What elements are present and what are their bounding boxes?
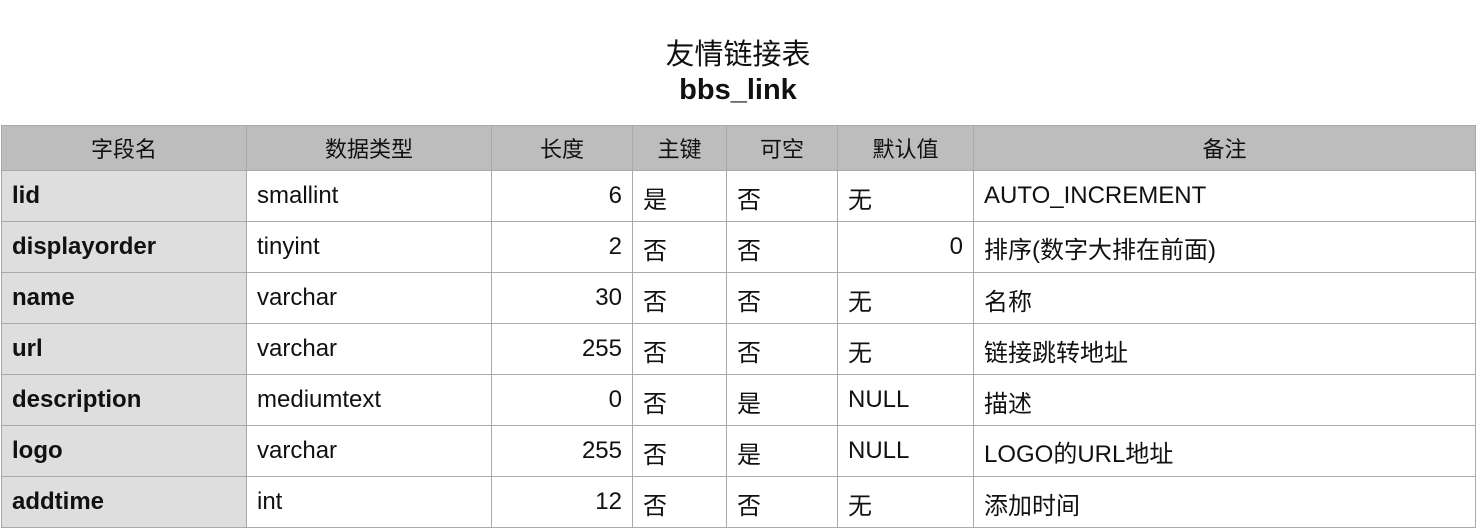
primary-key-cell: 否 [632, 272, 727, 324]
nullable-cell: 否 [726, 323, 838, 375]
table-row: url varchar 255 否 否 无 链接跳转地址 [1, 323, 1476, 375]
length-cell: 0 [491, 374, 633, 426]
default-value-cell: 无 [837, 476, 974, 528]
nullable-cell: 是 [726, 374, 838, 426]
table-row: name varchar 30 否 否 无 名称 [1, 272, 1476, 324]
field-name-cell: description [1, 374, 247, 426]
default-value-cell: 0 [837, 221, 974, 273]
data-type-cell: tinyint [246, 221, 492, 273]
table-row: lid smallint 6 是 否 无 AUTO_INCREMENT [1, 170, 1476, 222]
header-length: 长度 [491, 125, 633, 171]
primary-key-cell: 否 [632, 374, 727, 426]
nullable-cell: 否 [726, 170, 838, 222]
header-field-name: 字段名 [1, 125, 247, 171]
table-title-chinese: 友情链接表 [665, 37, 811, 71]
nullable-cell: 否 [726, 221, 838, 273]
default-value-cell: 无 [837, 323, 974, 375]
length-cell: 255 [491, 425, 633, 477]
primary-key-cell: 否 [632, 476, 727, 528]
note-cell: AUTO_INCREMENT [973, 170, 1476, 222]
header-default-value: 默认值 [837, 125, 974, 171]
header-data-type: 数据类型 [246, 125, 492, 171]
default-value-cell: 无 [837, 272, 974, 324]
nullable-cell: 否 [726, 476, 838, 528]
primary-key-cell: 否 [632, 425, 727, 477]
length-cell: 255 [491, 323, 633, 375]
schema-table: 字段名 数据类型 长度 主键 可空 默认值 备注 lid smallint 6 … [1, 125, 1476, 528]
data-type-cell: varchar [246, 425, 492, 477]
field-name-cell: lid [1, 170, 247, 222]
table-title-name: bbs_link [679, 74, 797, 106]
data-type-cell: mediumtext [246, 374, 492, 426]
note-cell: 描述 [973, 374, 1476, 426]
header-note: 备注 [973, 125, 1476, 171]
primary-key-cell: 否 [632, 323, 727, 375]
field-name-cell: url [1, 323, 247, 375]
table-row: displayorder tinyint 2 否 否 0 排序(数字大排在前面) [1, 221, 1476, 273]
field-name-cell: name [1, 272, 247, 324]
field-name-cell: addtime [1, 476, 247, 528]
default-value-cell: 无 [837, 170, 974, 222]
primary-key-cell: 是 [632, 170, 727, 222]
length-cell: 30 [491, 272, 633, 324]
table-row: addtime int 12 否 否 无 添加时间 [1, 476, 1476, 528]
nullable-cell: 否 [726, 272, 838, 324]
table-title-block: 友情链接表 bbs_link [0, 36, 1476, 108]
note-cell: 链接跳转地址 [973, 323, 1476, 375]
note-cell: 排序(数字大排在前面) [973, 221, 1476, 273]
header-primary-key: 主键 [632, 125, 727, 171]
default-value-cell: NULL [837, 374, 974, 426]
data-type-cell: smallint [246, 170, 492, 222]
note-cell: 添加时间 [973, 476, 1476, 528]
primary-key-cell: 否 [632, 221, 727, 273]
data-type-cell: varchar [246, 323, 492, 375]
length-cell: 12 [491, 476, 633, 528]
length-cell: 2 [491, 221, 633, 273]
data-type-cell: int [246, 476, 492, 528]
note-cell: LOGO的URL地址 [973, 425, 1476, 477]
field-name-cell: logo [1, 425, 247, 477]
field-name-cell: displayorder [1, 221, 247, 273]
table-row: logo varchar 255 否 是 NULL LOGO的URL地址 [1, 425, 1476, 477]
header-nullable: 可空 [726, 125, 838, 171]
schema-table-body: lid smallint 6 是 否 无 AUTO_INCREMENT disp… [1, 170, 1476, 528]
data-type-cell: varchar [246, 272, 492, 324]
table-row: description mediumtext 0 否 是 NULL 描述 [1, 374, 1476, 426]
default-value-cell: NULL [837, 425, 974, 477]
header-row: 字段名 数据类型 长度 主键 可空 默认值 备注 [1, 125, 1476, 171]
note-cell: 名称 [973, 272, 1476, 324]
nullable-cell: 是 [726, 425, 838, 477]
schema-table-header: 字段名 数据类型 长度 主键 可空 默认值 备注 [1, 125, 1476, 171]
length-cell: 6 [491, 170, 633, 222]
